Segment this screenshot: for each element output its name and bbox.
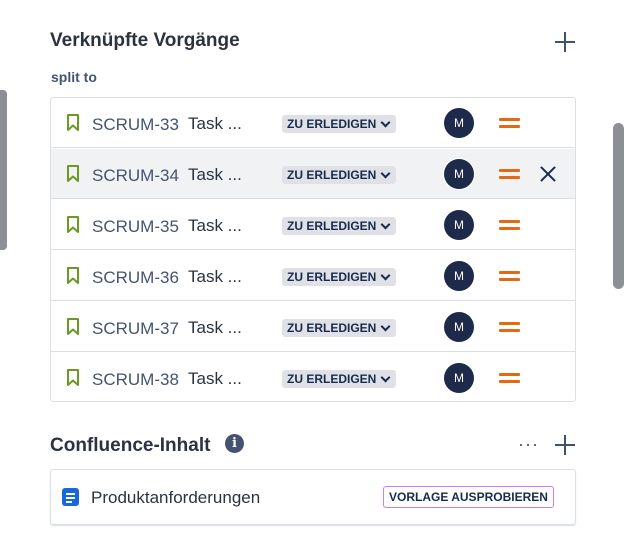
try-template-button[interactable]: VORLAGE AUSPROBIEREN	[383, 486, 554, 508]
linked-issues-title: Verknüpfte Vorgänge	[50, 30, 240, 51]
status-label: ZU ERLEDIGEN	[287, 372, 377, 386]
status-label: ZU ERLEDIGEN	[287, 321, 377, 335]
info-icon[interactable]: i	[225, 434, 244, 453]
status-label: ZU ERLEDIGEN	[287, 219, 377, 233]
assignee-avatar[interactable]: M	[444, 261, 474, 291]
priority-medium-icon	[499, 320, 520, 334]
confluence-page-link[interactable]: Produktanforderungen	[91, 488, 260, 508]
issue-key-link[interactable]: SCRUM-34	[92, 166, 179, 186]
bookmark-icon	[67, 318, 79, 335]
page-icon	[62, 488, 79, 506]
bookmark-icon	[67, 165, 79, 182]
linked-issue-row[interactable]: SCRUM-37 Task ... ZU ERLEDIGEN M	[51, 302, 575, 352]
priority-medium-icon	[499, 167, 520, 181]
remove-link-button[interactable]	[538, 164, 558, 184]
chevron-down-icon	[380, 117, 391, 128]
link-relation-label: split to	[51, 69, 97, 85]
issue-key-link[interactable]: SCRUM-33	[92, 115, 179, 135]
linked-issue-row[interactable]: SCRUM-38 Task ... ZU ERLEDIGEN M	[51, 353, 575, 403]
issue-key-link[interactable]: SCRUM-38	[92, 370, 179, 390]
assignee-avatar[interactable]: M	[444, 363, 474, 393]
more-options-icon[interactable]: ···	[518, 435, 539, 453]
linked-issue-row[interactable]: SCRUM-36 Task ... ZU ERLEDIGEN M	[51, 251, 575, 301]
status-dropdown[interactable]: ZU ERLEDIGEN	[282, 166, 397, 184]
linked-issue-row[interactable]: SCRUM-33 Task ... ZU ERLEDIGEN M	[51, 98, 575, 148]
status-label: ZU ERLEDIGEN	[287, 168, 377, 182]
issue-key-link[interactable]: SCRUM-36	[92, 268, 179, 288]
add-linked-issue-button[interactable]	[554, 31, 576, 53]
bookmark-icon	[67, 267, 79, 284]
issue-key-link[interactable]: SCRUM-37	[92, 319, 179, 339]
scrollbar-track[interactable]	[606, 0, 628, 553]
add-confluence-page-button[interactable]	[554, 434, 576, 456]
priority-medium-icon	[499, 218, 520, 232]
chevron-down-icon	[380, 219, 391, 230]
scrollbar-thumb[interactable]	[613, 123, 624, 289]
bookmark-icon	[67, 369, 79, 386]
chevron-down-icon	[380, 270, 391, 281]
chevron-down-icon	[380, 372, 391, 383]
status-label: ZU ERLEDIGEN	[287, 270, 377, 284]
bookmark-icon	[67, 114, 79, 131]
status-dropdown[interactable]: ZU ERLEDIGEN	[282, 319, 397, 337]
confluence-section-title: Confluence-Inhalt	[50, 435, 211, 456]
issue-summary[interactable]: Task ...	[188, 165, 242, 185]
linked-issue-row[interactable]: SCRUM-34 Task ... ZU ERLEDIGEN M	[51, 149, 575, 199]
status-dropdown[interactable]: ZU ERLEDIGEN	[282, 217, 397, 235]
panel-resize-handle[interactable]	[0, 90, 7, 250]
issue-summary[interactable]: Task ...	[188, 318, 242, 338]
chevron-down-icon	[380, 321, 391, 332]
bookmark-icon	[67, 216, 79, 233]
chevron-down-icon	[380, 168, 391, 179]
linked-issue-row[interactable]: SCRUM-35 Task ... ZU ERLEDIGEN M	[51, 200, 575, 250]
assignee-avatar[interactable]: M	[444, 108, 474, 138]
assignee-avatar[interactable]: M	[444, 159, 474, 189]
assignee-avatar[interactable]: M	[444, 210, 474, 240]
status-dropdown[interactable]: ZU ERLEDIGEN	[282, 115, 397, 133]
priority-medium-icon	[499, 371, 520, 385]
issue-summary[interactable]: Task ...	[188, 369, 242, 389]
priority-medium-icon	[499, 269, 520, 283]
assignee-avatar[interactable]: M	[444, 312, 474, 342]
issue-summary[interactable]: Task ...	[188, 114, 242, 134]
issue-key-link[interactable]: SCRUM-35	[92, 217, 179, 237]
confluence-page-card[interactable]: Produktanforderungen VORLAGE AUSPROBIERE…	[50, 469, 576, 525]
status-label: ZU ERLEDIGEN	[287, 117, 377, 131]
issue-summary[interactable]: Task ...	[188, 267, 242, 287]
linked-issues-list: SCRUM-33 Task ... ZU ERLEDIGEN M SCRUM-3…	[50, 97, 576, 402]
priority-medium-icon	[499, 116, 520, 130]
status-dropdown[interactable]: ZU ERLEDIGEN	[282, 268, 397, 286]
status-dropdown[interactable]: ZU ERLEDIGEN	[282, 370, 397, 388]
issue-summary[interactable]: Task ...	[188, 216, 242, 236]
